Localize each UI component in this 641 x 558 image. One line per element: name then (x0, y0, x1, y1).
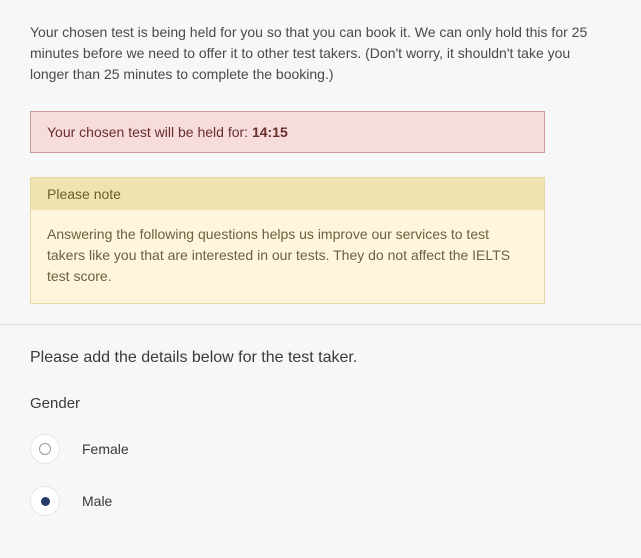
radio-unchecked-icon (39, 443, 51, 455)
booking-page: Your chosen test is being held for you s… (0, 0, 641, 558)
gender-option-female[interactable]: Female (30, 434, 611, 464)
note-box: Please note Answering the following ques… (30, 177, 545, 304)
gender-option-male-label: Male (82, 493, 112, 509)
radio-button-female[interactable] (30, 434, 60, 464)
hold-timer-label: Your chosen test will be held for: (47, 124, 252, 140)
radio-button-male[interactable] (30, 486, 60, 516)
note-header: Please note (31, 178, 544, 210)
form-section: Please add the details below for the tes… (0, 325, 641, 558)
hold-timer-value: 14:15 (252, 124, 288, 140)
radio-checked-icon (41, 497, 50, 506)
gender-option-female-label: Female (82, 441, 129, 457)
hold-timer-box: Your chosen test will be held for: 14:15 (30, 111, 545, 153)
note-body: Answering the following questions helps … (31, 210, 544, 303)
info-section: Your chosen test is being held for you s… (0, 0, 641, 324)
intro-text: Your chosen test is being held for you s… (30, 22, 611, 85)
gender-field-label: Gender (30, 395, 611, 412)
gender-option-male[interactable]: Male (30, 486, 611, 516)
form-title: Please add the details below for the tes… (30, 349, 611, 367)
